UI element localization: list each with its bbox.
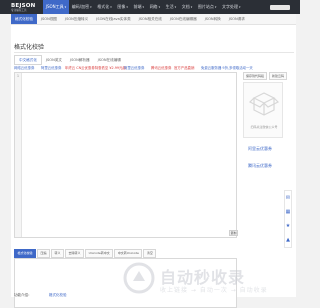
page-title: 格式化校验: [14, 44, 45, 51]
qr-caption: 扫码关注微信公众号: [250, 125, 278, 129]
back-to-top-icon[interactable]: ▲: [286, 237, 290, 243]
promo-link[interactable]: 官方产品直销: [174, 65, 194, 70]
tab[interactable]: JSON压缩转义: [61, 14, 92, 24]
nav-item[interactable]: 格式化 ▾: [94, 0, 114, 14]
mode-tab[interactable]: JSON英文: [42, 55, 66, 65]
main-nav: JSON工具 ▾ 编码/加密 ▾ 格式化 ▾ 图像 ▾ 前端 ▾ 网络 ▾ 生活 ▾ 文档 ▾ 图片站点 ▾ 文字处…: [43, 0, 243, 14]
mode-tab[interactable]: JSON解析器: [66, 55, 94, 65]
nav-item[interactable]: JSON工具 ▾: [43, 0, 69, 14]
nav-item-label: 图片站点: [197, 4, 214, 9]
chevron-down-icon: ▾: [239, 5, 241, 9]
title-divider: [14, 52, 294, 53]
login-button[interactable]: [270, 4, 290, 10]
nav-item[interactable]: 编码/加密 ▾: [69, 0, 94, 14]
watermark-subtext: 收上链接 → 自动一次 → 自动收录: [160, 287, 268, 294]
chevron-down-icon: ▾: [126, 5, 128, 9]
promo-link[interactable]: 年终云 CN云优惠券特惠低至 ¥2.99元起: [65, 65, 126, 70]
toolbar-button[interactable]: 压缩: [37, 249, 51, 258]
footer-link[interactable]: 格式化校验: [49, 293, 67, 298]
qr-code-box: 扫码关注微信公众号: [243, 82, 283, 138]
chevron-down-icon: ▾: [214, 5, 217, 9]
side-buttons: 保存到代码段 新建云码: [243, 72, 289, 80]
site-logo[interactable]: BEJSON 专注编程工具: [0, 0, 38, 14]
nav-item-label: 前端: [133, 4, 142, 9]
toolbar-button[interactable]: Unicode转中文: [85, 249, 114, 258]
chat-icon[interactable]: ✉: [286, 195, 290, 201]
nav-item-label: 文档: [181, 4, 190, 9]
nav-item-label: 文字处理: [222, 4, 238, 9]
nav-item-label: 图像: [117, 4, 126, 9]
chevron-down-icon: ▾: [64, 5, 67, 9]
nav-item[interactable]: 生活 ▾: [163, 0, 179, 14]
chevron-down-icon: ▾: [190, 5, 193, 9]
quick-link-aliyun[interactable]: 阿里云优惠券: [248, 146, 272, 152]
tab[interactable]: JSON请求: [225, 14, 249, 24]
nav-item-label: 网络: [149, 4, 158, 9]
logo-tagline: 专注编程工具: [11, 8, 27, 12]
mode-tabs: 中文格式化 JSON英文 JSON解析器 JSON在线编辑: [14, 55, 125, 65]
chevron-down-icon: ▾: [174, 5, 177, 9]
tab[interactable]: JSON视图: [37, 14, 61, 24]
json-input-editor[interactable]: 1 复制: [14, 72, 238, 238]
star-icon[interactable]: ★: [286, 223, 290, 229]
box-placeholder-icon: [248, 92, 280, 116]
chevron-down-icon: ▾: [142, 5, 144, 9]
nav-item[interactable]: 图片站点 ▾: [195, 0, 219, 14]
nav-item-label: 格式化: [97, 4, 110, 9]
chevron-down-icon: ▾: [158, 5, 161, 9]
copy-button[interactable]: 复制: [229, 230, 238, 236]
editor-gutter: 1: [15, 73, 22, 237]
toolbar-button[interactable]: 中文转Unicode: [114, 249, 143, 258]
nav-item[interactable]: 文档 ▾: [179, 0, 195, 14]
promo-link[interactable]: 腾讯云优惠券: [151, 65, 171, 70]
action-toolbar: 格式化校验 压缩 转义 去除转义 Unicode转中文 中文转Unicode 清空: [14, 249, 157, 258]
tab[interactable]: 格式化校验: [11, 14, 37, 24]
main-content: 格式化校验 JSON视图 JSON压缩转义 JSON在线Java实体类 JSON相关在线…: [11, 14, 296, 308]
promo-link[interactable]: 阿里云优惠券: [124, 65, 144, 70]
toolbar-button[interactable]: 去除转义: [65, 249, 85, 258]
nav-item[interactable]: 前端 ▾: [131, 0, 147, 14]
tab[interactable]: JSON转换: [201, 14, 225, 24]
tab[interactable]: JSON相关在线: [135, 14, 166, 24]
tab[interactable]: JSON在线Java实体类: [92, 14, 134, 24]
floating-sidebar: ✉ ▦ ★ ▲: [284, 190, 292, 248]
nav-item[interactable]: 网络 ▾: [147, 0, 163, 14]
side-button[interactable]: 保存到代码段: [243, 72, 268, 80]
tool-tabs: 格式化校验 JSON视图 JSON压缩转义 JSON在线Java实体类 JSON相关在线…: [11, 14, 296, 25]
watermark-logo-icon: [123, 262, 155, 294]
chevron-down-icon: ▾: [110, 5, 112, 9]
nav-item-label: 生活: [165, 4, 174, 9]
mode-tab[interactable]: 中文格式化: [14, 55, 42, 65]
promo-link[interactable]: 阿里云优惠券: [41, 65, 61, 70]
toolbar-button[interactable]: 转义: [51, 249, 65, 258]
qrcode-icon[interactable]: ▦: [286, 209, 291, 215]
watermark: 自动秒收录 收上链接 → 自动一次 → 自动收录: [122, 261, 297, 295]
nav-item-label: JSON工具: [45, 4, 64, 9]
promo-link[interactable]: 网络云优惠券: [14, 65, 34, 70]
promo-link[interactable]: 免费云服务器 9折,多领取活动一天: [201, 65, 253, 70]
nav-item[interactable]: 文字处理 ▾: [219, 0, 243, 14]
side-button[interactable]: 新建云码: [269, 72, 288, 80]
nav-item[interactable]: 图像 ▾: [115, 0, 131, 14]
footer-label: 功能介绍：: [14, 293, 32, 297]
toolbar-button[interactable]: 清空: [143, 249, 157, 258]
mode-tab[interactable]: JSON在线编辑: [94, 55, 125, 65]
line-number: 1: [16, 74, 20, 78]
tab[interactable]: JSON在线编辑器: [166, 14, 201, 24]
toolbar-button[interactable]: 格式化校验: [14, 249, 37, 258]
nav-item-label: 编码/加密: [71, 4, 90, 9]
quick-link-tencent[interactable]: 腾讯云优惠券: [248, 163, 272, 169]
chevron-down-icon: ▾: [90, 5, 92, 9]
top-navbar: BEJSON 专注编程工具 JSON工具 ▾ 编码/加密 ▾ 格式化 ▾ 图像 ▾ 前端 ▾ 网络 ▾…: [0, 0, 300, 14]
